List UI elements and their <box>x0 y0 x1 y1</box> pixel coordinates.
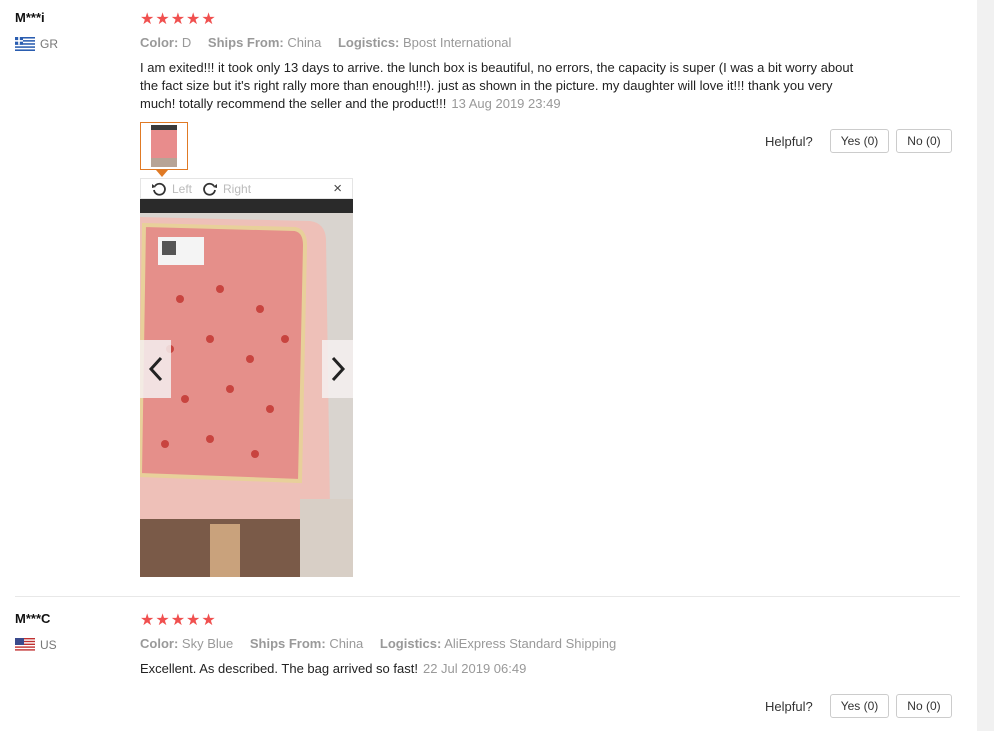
ships-from-label: Ships From: <box>207 35 284 50</box>
close-viewer-button[interactable]: × <box>333 180 342 197</box>
helpful-no-button[interactable]: No (0) <box>896 129 952 153</box>
helpful-yes-button[interactable]: Yes (0) <box>829 129 890 153</box>
review-meta: Color: D Ships From: China Logistics: Bp… <box>140 35 524 50</box>
reviewer-name: M***i <box>15 10 45 25</box>
reviewer-name: M***C <box>15 611 51 626</box>
rotate-right-label: Right <box>223 181 252 196</box>
chevron-right-icon <box>331 356 345 382</box>
color-label: Color: <box>140 35 179 50</box>
ships-from-value: China <box>329 636 364 651</box>
photo-viewer-toolbar: Left Right × <box>140 178 353 199</box>
next-photo-button[interactable] <box>322 340 353 398</box>
previous-photo-button[interactable] <box>140 340 171 398</box>
reviewer-country: US <box>15 638 57 652</box>
country-code: US <box>40 638 57 652</box>
rotate-right-icon <box>203 182 218 196</box>
color-value: D <box>181 35 192 50</box>
helpful-vote: Helpful? Yes (0) No (0) <box>765 694 952 718</box>
review-photo-thumbnail[interactable] <box>140 122 188 170</box>
star-rating: ★★★★★ <box>140 11 217 28</box>
rotate-right-button[interactable]: Right <box>202 181 251 197</box>
review-meta: Color: Sky Blue Ships From: China Logist… <box>140 636 629 651</box>
thumbnail-pointer <box>156 170 168 177</box>
review-date: 13 Aug 2019 23:49 <box>451 96 561 111</box>
logistics-value: AliExpress Standard Shipping <box>444 636 617 651</box>
helpful-no-button[interactable]: No (0) <box>896 694 952 718</box>
review-text: I am exited!!! it took only 13 days to a… <box>140 59 870 113</box>
review-text: Excellent. As described. The bag arrived… <box>140 660 870 678</box>
review-body: Excellent. As described. The bag arrived… <box>140 661 418 676</box>
logistics-label: Logistics: <box>337 35 400 50</box>
review-date: 22 Jul 2019 06:49 <box>422 661 527 676</box>
helpful-label: Helpful? <box>765 698 813 714</box>
ships-from-value: China <box>287 35 322 50</box>
color-label: Color: <box>140 636 179 651</box>
country-code: GR <box>40 37 58 51</box>
ships-from-label: Ships From: <box>249 636 326 651</box>
greece-flag-icon <box>15 37 35 51</box>
review-divider <box>15 596 960 597</box>
logistics-label: Logistics: <box>379 636 442 651</box>
logistics-value: Bpost International <box>403 35 512 50</box>
rotate-left-button[interactable]: Left <box>151 181 192 197</box>
rotate-left-icon <box>152 182 166 196</box>
helpful-label: Helpful? <box>765 133 813 149</box>
page-scrollbar[interactable] <box>977 0 994 731</box>
rotate-left-label: Left <box>172 181 193 196</box>
usa-flag-icon <box>15 638 35 652</box>
reviewer-country: GR <box>15 37 58 51</box>
helpful-yes-button[interactable]: Yes (0) <box>829 694 890 718</box>
chevron-left-icon <box>148 356 162 382</box>
star-rating: ★★★★★ <box>140 612 217 629</box>
helpful-vote: Helpful? Yes (0) No (0) <box>765 129 952 153</box>
color-value: Sky Blue <box>181 636 234 651</box>
review-photo-large <box>140 199 353 577</box>
